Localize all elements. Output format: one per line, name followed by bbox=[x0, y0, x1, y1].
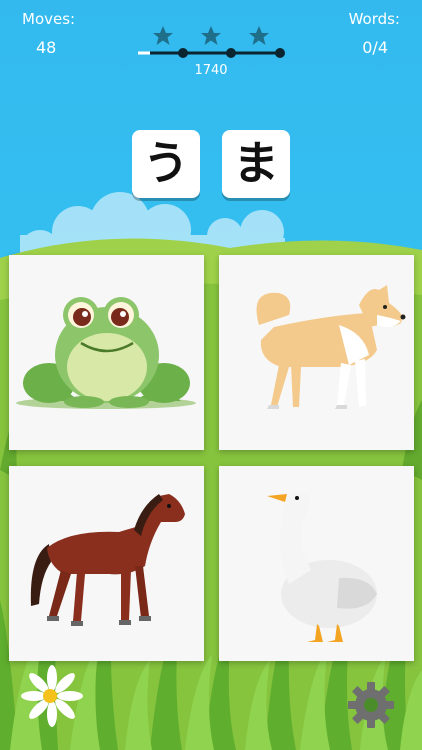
words-count: 0/4 bbox=[362, 38, 388, 57]
kana-tile[interactable]: ま bbox=[222, 130, 290, 198]
moves-label: Moves: bbox=[22, 10, 76, 28]
star-icon bbox=[249, 26, 269, 45]
settings-gear-icon[interactable] bbox=[346, 680, 396, 730]
progress-dot bbox=[178, 48, 188, 58]
star-icon bbox=[153, 26, 173, 45]
goose-picture bbox=[267, 492, 377, 642]
moves-count: 48 bbox=[36, 38, 57, 57]
words-label: Words: bbox=[348, 10, 400, 28]
answer-card-dog[interactable] bbox=[219, 255, 414, 450]
progress-dot bbox=[226, 48, 236, 58]
star-icon bbox=[201, 26, 221, 45]
daisy-icon bbox=[21, 665, 83, 727]
horse-picture bbox=[30, 494, 185, 626]
answer-card-horse[interactable] bbox=[9, 466, 204, 661]
dog-picture bbox=[256, 285, 406, 409]
answer-card-goose[interactable] bbox=[219, 466, 414, 661]
frog-picture bbox=[16, 297, 196, 409]
score: 1740 bbox=[194, 63, 228, 78]
answer-card-frog[interactable] bbox=[9, 255, 204, 450]
kana-tile[interactable]: う bbox=[132, 130, 200, 198]
progress-dot bbox=[275, 48, 285, 58]
